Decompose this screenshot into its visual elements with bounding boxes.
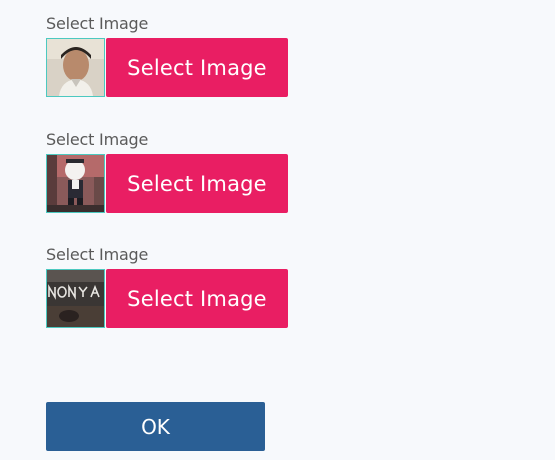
field-body: Select Image	[46, 38, 296, 97]
field-label: Select Image	[46, 14, 149, 33]
field-body: Select Image	[46, 269, 296, 328]
cartoon-thumbnail[interactable]	[46, 154, 105, 213]
nonya-thumbnail[interactable]	[46, 269, 105, 328]
select-image-button-1[interactable]: Select Image	[106, 38, 288, 97]
select-image-button-3[interactable]: Select Image	[106, 269, 288, 328]
left-edge	[0, 0, 3, 460]
portrait-thumbnail[interactable]	[46, 38, 105, 97]
image-field-1: Select Image Select Image	[46, 14, 296, 97]
image-field-3: Select Image Select Image	[46, 245, 296, 328]
nonya-text-photo-icon	[47, 270, 104, 327]
field-label: Select Image	[46, 245, 149, 264]
cartoon-figure-photo-icon	[47, 155, 104, 212]
field-body: Select Image	[46, 154, 296, 213]
select-image-button-2[interactable]: Select Image	[106, 154, 288, 213]
image-field-2: Select Image Select Image	[46, 130, 296, 213]
field-label: Select Image	[46, 130, 149, 149]
ok-button[interactable]: OK	[46, 402, 265, 451]
portrait-photo-icon	[47, 39, 104, 96]
